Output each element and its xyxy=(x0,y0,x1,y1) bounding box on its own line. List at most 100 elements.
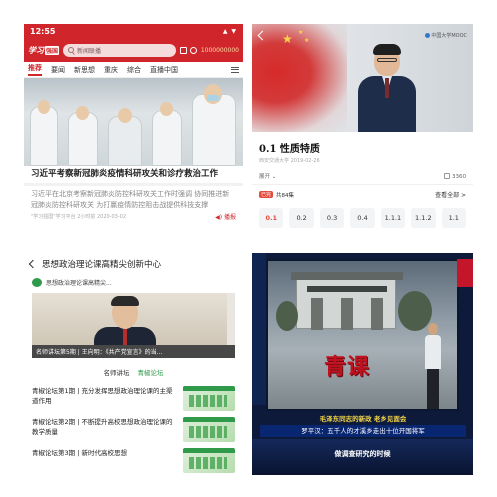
forum-tabs: 名师讲坛 青椒论坛 xyxy=(24,358,243,381)
lecturer xyxy=(358,44,416,132)
photo-figure xyxy=(192,94,236,166)
tv-lecture-panel: 青课 毛泽东同志的新政 老乡见面会 罗平汉：五千人的才溪乡走出十位开国将军 做调… xyxy=(252,253,473,475)
tab-forum[interactable]: 青椒论坛 xyxy=(138,367,164,377)
tab-live[interactable]: 直播中国 xyxy=(150,65,178,75)
feature-caption[interactable]: 名师讲坛第5期 | 王向明：《共产党宣言》的当... xyxy=(32,345,235,358)
thumb-text-art xyxy=(189,457,227,469)
brand-text: 中国大学MOOC xyxy=(431,33,467,39)
feature-image[interactable] xyxy=(32,293,235,345)
hall-door xyxy=(371,298,383,330)
face-mask xyxy=(207,95,219,101)
tab-chongqing[interactable]: 重庆 xyxy=(104,65,118,75)
photo-head xyxy=(204,84,222,104)
tab-recommend[interactable]: 推荐 xyxy=(28,63,42,76)
photo-figure xyxy=(30,106,58,166)
menu-icon[interactable] xyxy=(231,66,239,73)
episode-list-header: 已完 共84集 查看全部 > xyxy=(252,184,473,204)
flag-background xyxy=(252,24,347,132)
presenter-legs xyxy=(427,369,439,409)
photo-head xyxy=(38,100,50,114)
tab-thought[interactable]: 新思想 xyxy=(74,65,95,75)
status-time: 12:55 xyxy=(30,26,56,36)
hall-sign xyxy=(307,286,387,292)
back-icon[interactable] xyxy=(28,259,38,269)
star-icon: ★ xyxy=(282,32,293,46)
stage-sign: 青课 xyxy=(324,355,371,380)
news-headline[interactable]: 习近平考察新冠肺炎疫情科研攻关和诊疗救治工作 xyxy=(24,166,243,183)
channel-tabs: 推荐 要闻 新思想 重庆 综合 直播中国 xyxy=(24,62,243,78)
list-item[interactable]: 青椒论坛第1期 | 充分发挥思想政治理论课的主渠道作用 xyxy=(24,381,243,412)
score-display[interactable]: 1000000000 xyxy=(201,47,239,54)
episode-chip[interactable]: 0.4 xyxy=(350,208,375,228)
memorial-hall xyxy=(291,272,403,330)
tab-news[interactable]: 要闻 xyxy=(51,65,65,75)
hall-door xyxy=(311,298,323,330)
episode-chip[interactable]: 1.1 xyxy=(441,208,466,228)
tab-general[interactable]: 综合 xyxy=(127,65,141,75)
search-input[interactable]: 新闻联播 xyxy=(63,43,176,57)
list-item-thumbnail xyxy=(183,417,235,442)
play-button[interactable]: ◀) 播报 xyxy=(215,212,236,221)
page-header: 思想政治理论课高精尖创新中心 xyxy=(24,253,243,275)
list-item-title: 青椒论坛第2期 | 不断提升高校思想政治理论课的教学质量 xyxy=(32,418,173,437)
channel-logo-icon xyxy=(32,277,42,287)
ticker-bottom: 罗平汉：五千人的才溪乡走出十位开国将军 xyxy=(260,425,466,437)
brand-label: 中国大学MOOC xyxy=(425,32,467,39)
list-item-title: 青椒论坛第3期 | 新时代高校思想 xyxy=(32,449,127,457)
tab-lecture[interactable]: 名师讲坛 xyxy=(104,367,130,377)
episode-chip[interactable]: 0.3 xyxy=(319,208,345,228)
expand-button[interactable]: 展开 ⌄ xyxy=(259,172,276,180)
episode-chip[interactable]: 0.2 xyxy=(289,208,314,228)
status-bar: 12:55 ▲ ▼ xyxy=(24,24,243,38)
clock-icon[interactable] xyxy=(189,46,197,54)
thumb-text-art xyxy=(189,395,227,407)
episode-chip[interactable]: 1.1.1 xyxy=(380,208,406,228)
channel-row[interactable]: 思想政治理论课高精尖... xyxy=(24,275,243,289)
news-summary[interactable]: 习近平在北京考察新冠肺炎防控科研攻关工作时强调 协同推进新冠肺炎防控科研攻关 为… xyxy=(24,186,243,209)
channel-logo-icon xyxy=(457,259,473,287)
photo-figure xyxy=(108,116,142,166)
list-item[interactable]: 青椒论坛第2期 | 不断提升高校思想政治理论课的教学质量 xyxy=(24,412,243,443)
channel-name: 思想政治理论课高精尖... xyxy=(46,279,112,287)
list-item-title: 青椒论坛第1期 | 充分发挥思想政治理论课的主渠道作用 xyxy=(32,387,173,406)
course-title: 0.1 性质特质 xyxy=(259,144,320,155)
news-photo[interactable] xyxy=(24,78,243,166)
thumb-band xyxy=(183,448,235,453)
news-source: "学习强国"学习平台 2小时前 2020-03-02 xyxy=(31,213,127,220)
episode-chips: 0.1 0.2 0.3 0.4 1.1.1 1.1.2 1.1 xyxy=(252,204,473,232)
photo-head xyxy=(160,102,173,116)
hall-roof xyxy=(291,272,403,280)
news-meta: "学习强国"学习平台 2小时前 2020-03-02 ◀) 播报 xyxy=(24,210,243,223)
course-actions: 展开 ⌄ 3360 xyxy=(252,164,473,184)
video-player[interactable]: ★ ★ ★ 中国大学MOOC xyxy=(252,24,473,132)
list-item-thumbnail xyxy=(183,448,235,473)
app-logo-text: 学习 xyxy=(28,45,44,55)
calendar-icon[interactable] xyxy=(179,46,187,54)
course-video-panel: ★ ★ ★ 中国大学MOOC 0.1 性质特质 西安交通大学 2019-02-2… xyxy=(252,24,473,242)
stage-pillar xyxy=(252,253,266,405)
signal-icon: ▲ ▼ xyxy=(222,27,237,35)
photo-figure xyxy=(68,112,98,166)
episode-chip[interactable]: 0.1 xyxy=(259,208,284,228)
episode-chip[interactable]: 1.1.2 xyxy=(411,208,436,228)
presenter xyxy=(424,323,442,409)
photo-head xyxy=(76,106,89,120)
photo-figure xyxy=(152,110,182,166)
play-label: 播报 xyxy=(223,213,236,221)
header-icons xyxy=(179,46,197,54)
list-item[interactable]: 青椒论坛第3期 | 新时代高校思想 xyxy=(24,443,243,474)
status-badge: 已完 xyxy=(259,191,274,198)
app-header: 学习 强国 新闻联播 1000000000 xyxy=(24,38,243,62)
screenshot-collage: 12:55 ▲ ▼ 学习 强国 新闻联播 1000000000 推荐 要闻 新思想… xyxy=(0,0,497,497)
thumbs-up-icon xyxy=(444,172,450,179)
like-button[interactable]: 3360 xyxy=(444,172,466,180)
view-all-link[interactable]: 查看全部 > xyxy=(435,190,466,199)
lecturer-tie xyxy=(385,78,389,98)
ticker-top: 毛泽东同志的新政 老乡见面会 xyxy=(319,415,407,423)
thumb-text-art xyxy=(189,426,227,438)
expand-label: 展开 xyxy=(259,174,271,180)
episode-count: 共84集 xyxy=(276,192,295,199)
search-placeholder: 新闻联播 xyxy=(77,47,102,55)
speaker-tie xyxy=(123,327,127,345)
tree xyxy=(276,301,298,331)
